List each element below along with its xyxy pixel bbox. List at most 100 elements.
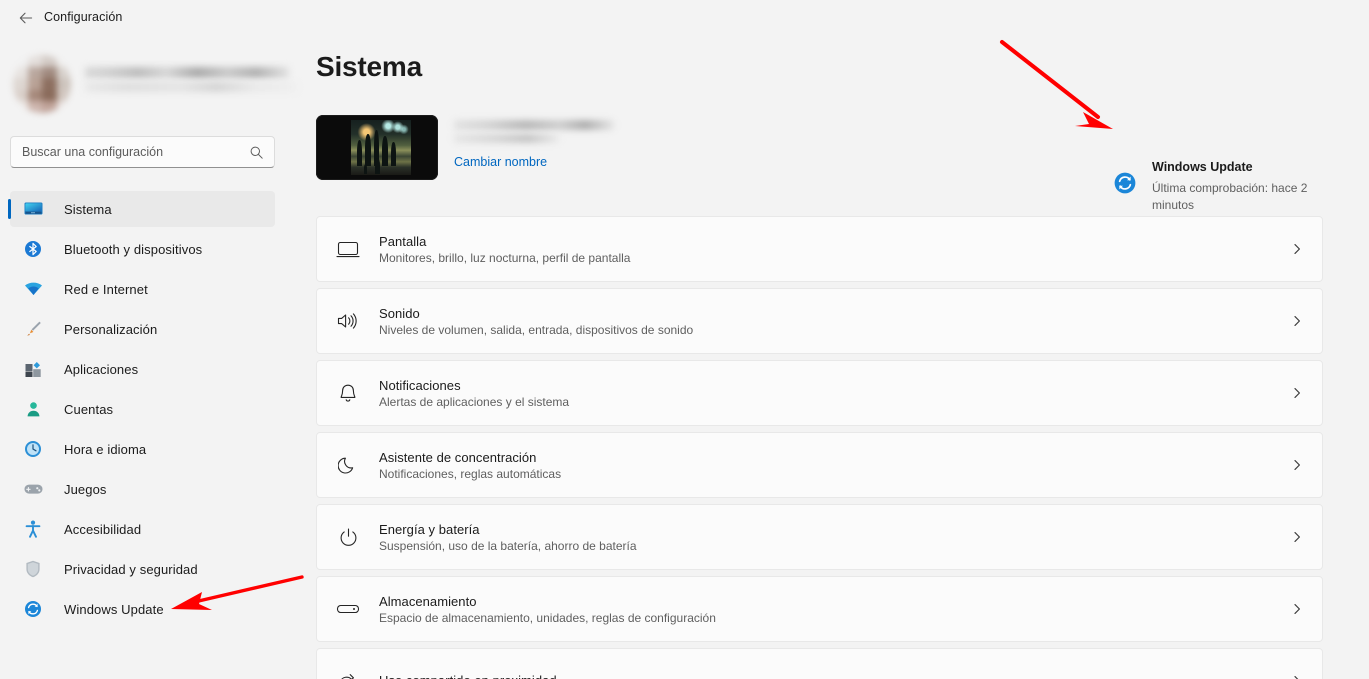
row-title: Asistente de concentración [379,450,1272,465]
back-button[interactable] [10,6,42,30]
search-box[interactable] [10,136,275,168]
monitor-icon [317,240,379,259]
row-subtitle: Notificaciones, reglas automáticas [379,467,1272,481]
chevron-right-icon [1272,243,1322,255]
row-subtitle: Espacio de almacenamiento, unidades, reg… [379,611,1272,625]
back-arrow-icon [18,10,34,26]
wifi-icon [22,279,44,299]
clock-icon [22,439,44,459]
search-icon [249,145,264,165]
sidebar-item-label: Cuentas [64,402,113,417]
table-row[interactable]: Pantalla Monitores, brillo, luz nocturna… [316,216,1323,282]
sidebar-nav: Sistema Bluetooth y dispositivos [10,191,275,631]
rename-device-link[interactable]: Cambiar nombre [454,155,547,169]
speaker-icon [317,311,379,331]
sidebar-item-accesibilidad[interactable]: Accesibilidad [10,511,275,547]
table-row[interactable]: Notificaciones Alertas de aplicaciones y… [316,360,1323,426]
table-row[interactable]: Sonido Niveles de volumen, salida, entra… [316,288,1323,354]
sidebar-item-label: Sistema [64,202,112,217]
sidebar-item-label: Aplicaciones [64,362,138,377]
moon-icon [317,455,379,476]
device-wallpaper-thumbnail [316,115,438,180]
bell-icon [317,383,379,404]
row-title: Energía y batería [379,522,1272,537]
user-name-blur [85,67,289,78]
sync-icon [1114,172,1136,199]
windows-update-subtitle: Última comprobación: hace 2 minutos [1152,180,1330,214]
table-row[interactable]: Almacenamiento Espacio de almacenamiento… [316,576,1323,642]
sidebar-item-bluetooth-y-dispositivos[interactable]: Bluetooth y dispositivos [10,231,275,267]
row-text: Uso compartido en proximidad [379,673,1272,679]
row-text: Pantalla Monitores, brillo, luz nocturna… [379,234,1272,265]
title-bar: Configuración [0,0,1369,36]
device-name-redacted [454,120,634,143]
row-text: Notificaciones Alertas de aplicaciones y… [379,378,1272,409]
row-text: Asistente de concentración Notificacione… [379,450,1272,481]
sidebar-item-label: Bluetooth y dispositivos [64,242,202,257]
paintbrush-icon [22,319,44,339]
device-model-blur [454,134,559,143]
table-row[interactable]: Uso compartido en proximidad [316,648,1323,679]
row-subtitle: Suspensión, uso de la batería, ahorro de… [379,539,1272,553]
user-email-blur [85,82,297,92]
drive-icon [317,602,379,616]
sidebar-item-hora-e-idioma[interactable]: Hora e idioma [10,431,275,467]
chevron-right-icon [1272,315,1322,327]
search-input[interactable] [22,137,232,167]
person-icon [22,399,44,419]
row-text: Almacenamiento Espacio de almacenamiento… [379,594,1272,625]
window-title: Configuración [44,10,122,24]
power-icon [317,527,379,548]
sidebar-item-label: Red e Internet [64,282,148,297]
sidebar-item-privacidad-y-seguridad[interactable]: Privacidad y seguridad [10,551,275,587]
row-title: Pantalla [379,234,1272,249]
sidebar-item-label: Privacidad y seguridad [64,562,198,577]
sidebar-item-aplicaciones[interactable]: Aplicaciones [10,351,275,387]
row-title: Notificaciones [379,378,1272,393]
settings-window: Configuración [0,0,1369,679]
sidebar: Sistema Bluetooth y dispositivos [0,36,310,679]
chevron-right-icon [1272,387,1322,399]
shield-icon [22,559,44,579]
bluetooth-icon [22,239,44,259]
device-name-blur [454,120,614,130]
monitor-icon [22,199,44,219]
device-card: Cambiar nombre [316,115,736,187]
row-title: Uso compartido en proximidad [379,673,1272,679]
table-row[interactable]: Asistente de concentración Notificacione… [316,432,1323,498]
row-text: Energía y batería Suspensión, uso de la … [379,522,1272,553]
settings-list: Pantalla Monitores, brillo, luz nocturna… [316,216,1323,679]
row-title: Sonido [379,306,1272,321]
sidebar-item-cuentas[interactable]: Cuentas [10,391,275,427]
sidebar-item-label: Windows Update [64,602,164,617]
avatar [13,55,71,113]
chevron-right-icon [1272,603,1322,615]
sidebar-item-label: Accesibilidad [64,522,141,537]
sidebar-item-red-e-internet[interactable]: Red e Internet [10,271,275,307]
windows-update-title: Windows Update [1152,160,1253,174]
chevron-right-icon [1272,675,1322,679]
row-title: Almacenamiento [379,594,1272,609]
user-profile[interactable] [13,55,293,117]
gamepad-icon [22,479,44,499]
sidebar-item-label: Juegos [64,482,107,497]
main-content: Sistema Cambiar nombre [310,36,1369,679]
accessibility-icon [22,519,44,539]
sidebar-item-juegos[interactable]: Juegos [10,471,275,507]
sidebar-item-sistema[interactable]: Sistema [10,191,275,227]
sidebar-item-label: Personalización [64,322,157,337]
nearby-share-icon [317,672,379,679]
sync-icon [22,599,44,619]
sidebar-item-windows-update[interactable]: Windows Update [10,591,275,627]
row-text: Sonido Niveles de volumen, salida, entra… [379,306,1272,337]
sidebar-item-personalizacion[interactable]: Personalización [10,311,275,347]
user-name-redacted [85,67,300,96]
chevron-right-icon [1272,459,1322,471]
sidebar-item-label: Hora e idioma [64,442,146,457]
chevron-right-icon [1272,531,1322,543]
page-title: Sistema [316,51,422,83]
row-subtitle: Niveles de volumen, salida, entrada, dis… [379,323,1272,337]
row-subtitle: Monitores, brillo, luz nocturna, perfil … [379,251,1272,265]
table-row[interactable]: Energía y batería Suspensión, uso de la … [316,504,1323,570]
row-subtitle: Alertas de aplicaciones y el sistema [379,395,1272,409]
